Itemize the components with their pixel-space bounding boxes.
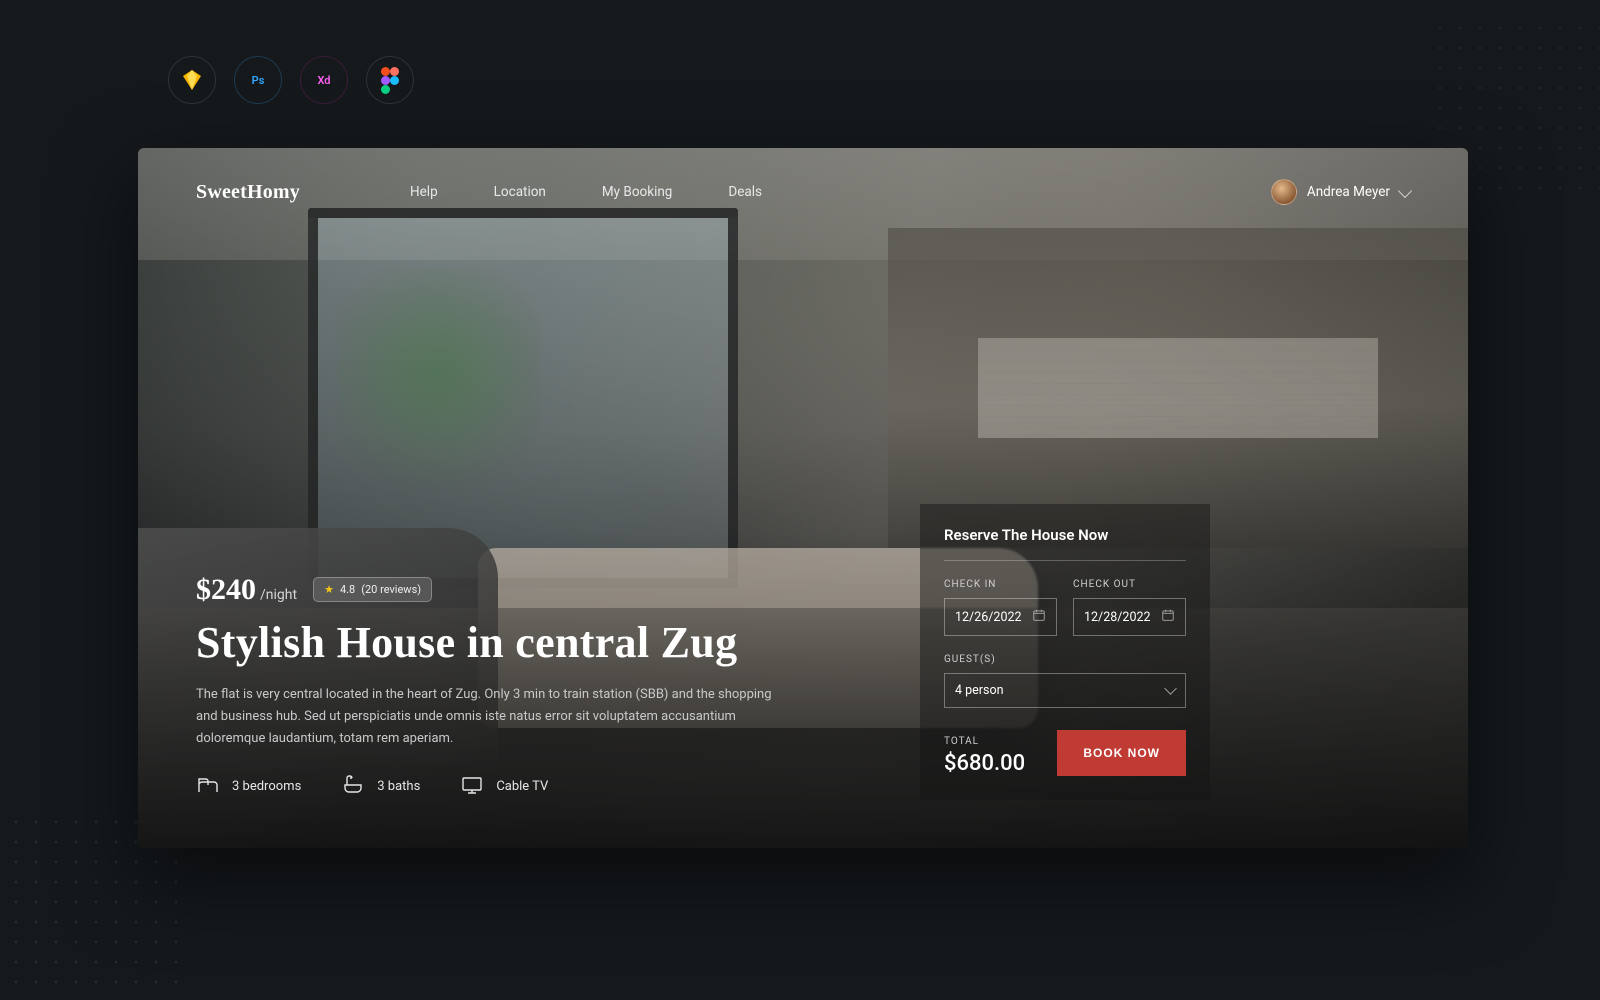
listing-price: $240/night [196,573,297,607]
check-out-input[interactable]: 12/28/2022 [1073,598,1186,636]
nav-link-my-booking[interactable]: My Booking [602,184,673,200]
calendar-icon [1161,608,1175,626]
reserve-heading: Reserve The House Now [944,526,1186,544]
amenity-bedrooms: 3 bedrooms [196,772,301,800]
check-in-value: 12/26/2022 [955,610,1022,625]
chevron-down-icon [1164,682,1177,695]
guests-value: 4 person [955,683,1004,698]
guests-select[interactable]: 4 person [944,673,1186,708]
nav-links: Help Location My Booking Deals [410,184,762,200]
avatar [1271,179,1297,205]
top-nav: SweetHomy Help Location My Booking Deals… [138,148,1468,212]
star-icon: ★ [324,583,334,596]
amenities-row: 3 bedrooms 3 baths Cable TV [196,772,856,800]
book-now-button[interactable]: BOOK NOW [1057,730,1186,776]
check-in-label: CHECK IN [944,579,1057,590]
amenity-bedrooms-label: 3 bedrooms [232,779,301,794]
listing-description: The flat is very central located in the … [196,684,786,750]
check-in-input[interactable]: 12/26/2022 [944,598,1057,636]
total-value: $680.00 [944,751,1025,776]
amenity-tv-label: Cable TV [496,779,548,794]
rating-count: (20 reviews) [361,583,421,596]
nav-link-deals[interactable]: Deals [728,184,762,200]
tv-icon [460,772,484,800]
design-tool-row: Ps Xd [168,56,414,104]
rating-value: 4.8 [340,583,355,596]
listing-title: Stylish House in central Zug [196,617,856,668]
reserve-card: Reserve The House Now CHECK IN 12/26/202… [920,504,1210,800]
amenity-baths: 3 baths [341,772,420,800]
total-label: TOTAL [944,736,1025,747]
figma-icon [366,56,414,104]
hero-card: SweetHomy Help Location My Booking Deals… [138,148,1468,848]
brand-logo[interactable]: SweetHomy [196,181,300,204]
calendar-icon [1032,608,1046,626]
user-menu[interactable]: Andrea Meyer [1271,179,1410,205]
nav-link-help[interactable]: Help [410,184,438,200]
rating-pill[interactable]: ★ 4.8 (20 reviews) [313,577,432,602]
listing-details: $240/night ★ 4.8 (20 reviews) Stylish Ho… [196,573,856,800]
adobe-xd-icon: Xd [300,56,348,104]
photoshop-icon: Ps [234,56,282,104]
nav-link-location[interactable]: Location [494,184,546,200]
guests-label: GUEST(S) [944,654,1186,665]
check-out-label: CHECK OUT [1073,579,1186,590]
amenity-baths-label: 3 baths [377,779,420,794]
sketch-icon [168,56,216,104]
bath-icon [341,772,365,800]
divider [944,560,1186,561]
check-out-value: 12/28/2022 [1084,610,1151,625]
bed-icon [196,772,220,800]
chevron-down-icon [1398,183,1412,197]
amenity-tv: Cable TV [460,772,548,800]
user-name: Andrea Meyer [1307,184,1390,200]
